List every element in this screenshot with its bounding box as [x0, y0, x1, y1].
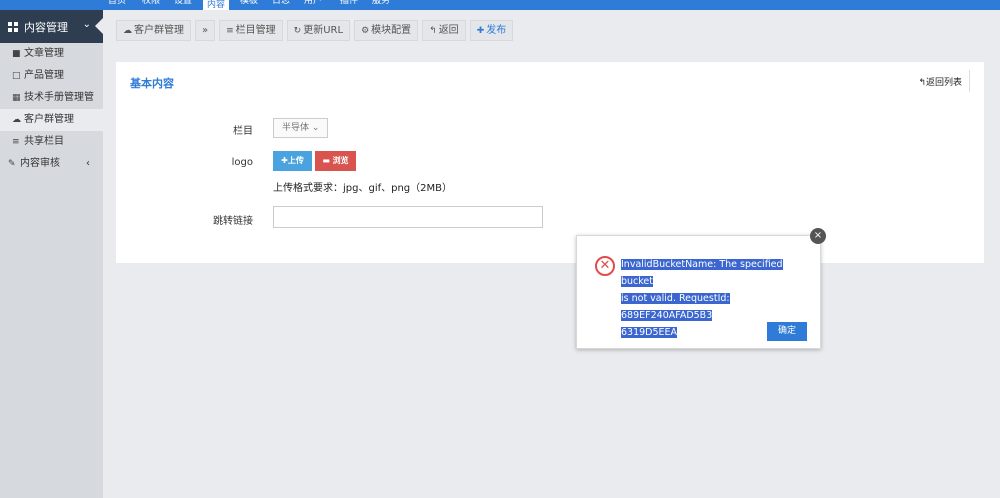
- sidebar-item-label: 技术手册管理管: [24, 92, 94, 103]
- active-indicator: [95, 18, 103, 34]
- error-dialog: ✕ InvalidBucketName: The specified bucke…: [576, 235, 821, 349]
- content-panel: 基本内容 ↰返回列表 栏目 半导体 ⌄ logo ✚上传 ▬ 浏览 上传格式要求…: [116, 62, 984, 263]
- button-label: 栏目管理: [235, 25, 276, 36]
- button-label: 返回: [438, 25, 459, 36]
- button-label: 客户群管理: [134, 25, 184, 36]
- sidebar-item-label: 共享栏目: [24, 136, 64, 147]
- sidebar-item-audit[interactable]: ✎ 内容审核 ‹: [0, 153, 103, 175]
- sidebar-item-shared[interactable]: ≡ 共享栏目: [0, 131, 103, 153]
- sidebar-item-manuals[interactable]: ▦ 技术手册管理管: [0, 87, 103, 109]
- sidebar-item-customers[interactable]: ☁ 客户群管理: [0, 109, 103, 131]
- sidebar-item-label: 文章管理: [24, 48, 64, 59]
- edit-icon: ✎: [8, 159, 16, 169]
- update-url-button[interactable]: ↻ 更新URL: [286, 20, 351, 41]
- column-manage-button[interactable]: ≡ 栏目管理: [219, 20, 283, 41]
- expand-button[interactable]: »: [195, 20, 216, 41]
- list-icon: ≡: [12, 137, 20, 147]
- topnav-item[interactable]: 用户: [304, 0, 322, 10]
- column-label: 栏目: [233, 126, 253, 137]
- plus-icon: ✚: [476, 26, 485, 36]
- chevron-down-icon: ⌄: [309, 123, 320, 133]
- error-message-line: InvalidBucketName: The specified bucket: [621, 259, 783, 287]
- grid-icon: [8, 21, 18, 32]
- plus-icon: ✚: [281, 156, 288, 165]
- customer-group-button[interactable]: ☁ 客户群管理: [116, 20, 191, 41]
- sidebar-header-label: 内容管理: [24, 20, 68, 34]
- list-icon: ≡: [226, 26, 234, 36]
- module-config-button[interactable]: ⚙ 模块配置: [354, 20, 419, 41]
- panel-title: 基本内容: [130, 77, 174, 90]
- topnav-item[interactable]: 服务: [372, 0, 390, 10]
- logo-label: logo: [231, 157, 253, 168]
- publish-button[interactable]: ✚ 发布: [469, 20, 514, 41]
- sidebar-item-label: 客户群管理: [24, 114, 74, 125]
- divider: [969, 70, 970, 92]
- select-value: 半导体: [282, 123, 310, 133]
- table-icon: ▦: [12, 93, 21, 103]
- toolbar: ☁ 客户群管理 » ≡ 栏目管理 ↻ 更新URL ⚙ 模块配置 ↰ 返回 ✚ 发布: [116, 20, 517, 41]
- chevron-left-icon: ‹: [86, 158, 90, 169]
- upload-button[interactable]: ✚上传: [273, 151, 312, 171]
- reply-icon: ↰: [429, 26, 437, 36]
- button-label: 发布: [486, 25, 507, 36]
- folder-icon: ▬: [322, 156, 333, 165]
- refresh-icon: ↻: [293, 26, 302, 36]
- bag-icon: □: [12, 71, 21, 81]
- back-to-list-link[interactable]: ↰返回列表: [918, 75, 962, 88]
- back-button[interactable]: ↰ 返回: [422, 20, 466, 41]
- close-icon[interactable]: ×: [810, 228, 826, 244]
- topnav-item[interactable]: 模板: [240, 0, 258, 10]
- button-label: 模块配置: [371, 25, 412, 36]
- button-label: 上传: [287, 156, 304, 165]
- upload-hint: 上传格式要求：jpg、gif、png（2MB）: [273, 183, 453, 194]
- sidebar-header[interactable]: 内容管理 ⌄: [0, 10, 103, 43]
- top-nav: 首页 权限 设置 内容 模板 日志 用户 插件 服务: [0, 0, 1000, 10]
- chevron-down-icon: ⌄: [82, 19, 91, 30]
- sidebar-item-label: 产品管理: [24, 70, 64, 81]
- cloud-icon: ☁: [12, 115, 21, 125]
- column-select[interactable]: 半导体 ⌄: [273, 118, 328, 138]
- cloud-icon: ☁: [123, 26, 132, 36]
- link-input[interactable]: [273, 206, 543, 228]
- sidebar-item-label: 内容审核: [20, 158, 60, 169]
- double-chevron-icon: »: [202, 25, 209, 36]
- button-label: 更新URL: [303, 25, 344, 36]
- browse-button[interactable]: ▬ 浏览: [315, 151, 356, 171]
- button-label: 浏览: [332, 156, 349, 165]
- book-icon: ■: [12, 49, 21, 59]
- error-message-line: 6319D5EEA: [621, 327, 678, 338]
- confirm-button[interactable]: 确定: [767, 322, 807, 341]
- error-icon: ✕: [595, 256, 615, 276]
- link-label: 返回列表: [925, 78, 962, 88]
- topnav-item-active[interactable]: 内容: [203, 0, 230, 10]
- topnav-item[interactable]: 插件: [340, 0, 358, 10]
- sidebar-item-articles[interactable]: ■ 文章管理: [0, 43, 103, 65]
- gear-icon: ⚙: [361, 26, 370, 36]
- topnav-item[interactable]: 日志: [272, 0, 290, 10]
- link-label: 跳转链接: [213, 216, 253, 227]
- error-message-line: is not valid. RequestId: 689EF240AFAD5B3: [621, 293, 730, 321]
- sidebar-item-products[interactable]: □ 产品管理: [0, 65, 103, 87]
- topnav-item[interactable]: 首页: [108, 0, 126, 10]
- reply-icon: ↰: [918, 78, 926, 88]
- topnav-item[interactable]: 设置: [174, 0, 192, 10]
- sidebar: 内容管理 ⌄ ■ 文章管理 □ 产品管理 ▦ 技术手册管理管 ☁ 客户群管理 ≡ 共享栏目…: [0, 10, 103, 498]
- topnav-item[interactable]: 权限: [142, 0, 160, 10]
